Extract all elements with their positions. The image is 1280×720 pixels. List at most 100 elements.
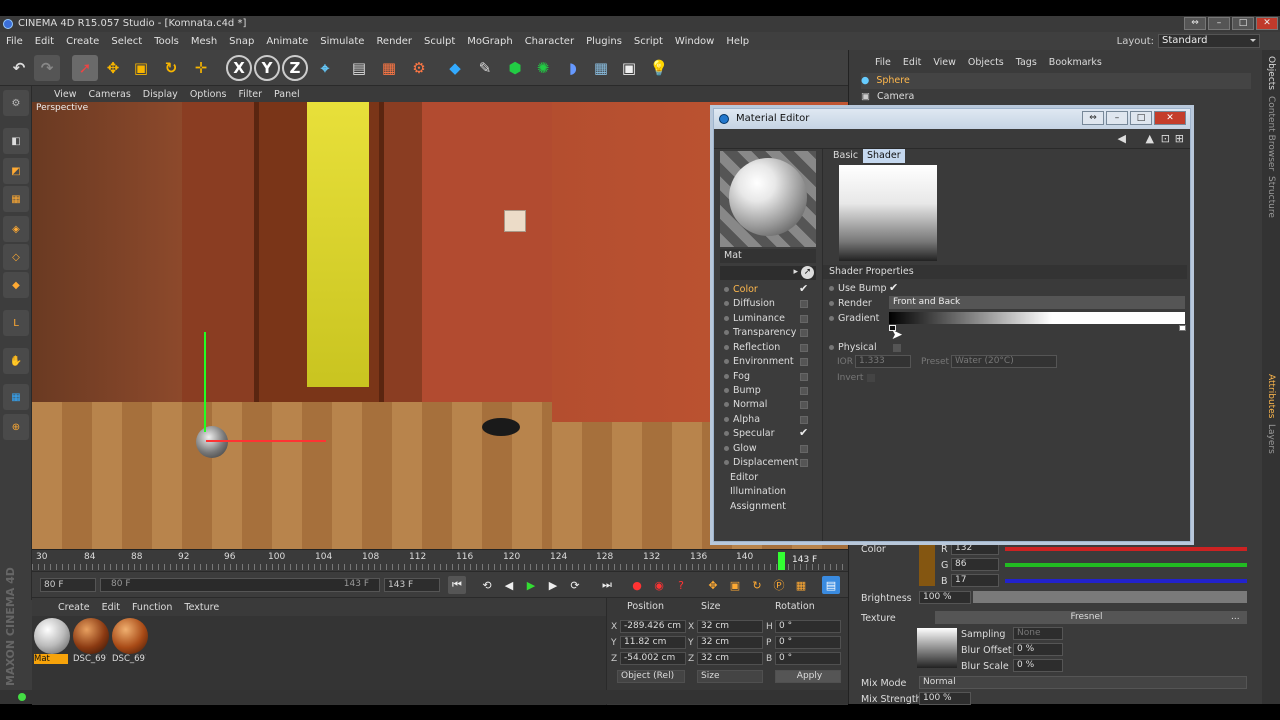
render-dropdown[interactable]: Front and Back [889,296,1185,309]
objmgr-menu-objects[interactable]: Objects [962,57,1010,68]
material-name-field[interactable]: Mat [720,249,816,263]
minimize-button[interactable]: – [1106,111,1128,125]
tab-attributes[interactable]: Attributes [1266,374,1276,418]
go-to-end-icon[interactable]: ⏭ [598,576,616,594]
previous-frame-icon[interactable]: ◀ [500,576,518,594]
snap-icon[interactable]: ▦ [3,384,29,410]
blur-scale-field[interactable]: 0 % [1013,659,1063,672]
select-cursor-icon[interactable]: ➚ [72,55,98,81]
frame-range-slider[interactable]: 80 F 143 F [100,578,380,592]
close-button[interactable]: ✕ [1256,17,1278,30]
position-x-field[interactable]: -289.426 cm [620,620,686,633]
menu-help[interactable]: Help [720,36,755,47]
previous-key-icon[interactable]: ⟲ [478,576,496,594]
gradient-knot-white[interactable] [1179,325,1186,331]
expand-arrow-icon[interactable]: ▸ [793,267,798,277]
lock-icon[interactable]: ⊡ [1161,132,1170,145]
menu-create[interactable]: Create [60,36,105,47]
color-g-field[interactable]: 86 [951,558,999,571]
menu-select[interactable]: Select [105,36,148,47]
object-row-sphere[interactable]: ● Sphere [861,73,1251,89]
viewport-menu-cameras[interactable]: Cameras [83,89,137,100]
rotation-p-field[interactable]: 0 ° [775,636,841,649]
menu-edit[interactable]: Edit [29,36,60,47]
use-bump-checkbox[interactable]: ✔ [889,281,898,294]
channel-alpha[interactable]: Alpha [724,413,808,427]
sampling-dropdown[interactable]: None [1013,627,1063,640]
floor-icon[interactable]: ▦ [588,55,614,81]
channel-editor[interactable]: Editor [730,471,806,485]
deformer-icon[interactable]: ◗ [560,55,586,81]
texture-more-button[interactable]: ... [1227,611,1247,624]
render-view-icon[interactable]: ▤ [346,55,372,81]
tab-content-browser[interactable]: Content Browser [1266,96,1276,171]
subdivision-icon[interactable]: ⬢ [502,55,528,81]
next-key-icon[interactable]: ⟳ [566,576,584,594]
menu-window[interactable]: Window [669,36,720,47]
material-thumbnail[interactable] [34,618,70,654]
key-scale-icon[interactable]: ▣ [726,576,744,594]
cursor-arrow-icon[interactable]: ➚ [801,266,814,279]
edges-mode-icon[interactable]: ◇ [3,244,29,270]
channel-diffusion[interactable]: Diffusion [724,297,808,311]
channel-environment[interactable]: Environment [724,355,808,369]
brightness-slider[interactable] [973,591,1247,603]
color-swatch[interactable] [919,540,935,586]
axis-mode-icon[interactable]: L [3,310,29,336]
timeline-window-icon[interactable]: ▤ [822,576,840,594]
restore-icon[interactable]: ⇔ [1184,17,1206,30]
apply-button[interactable]: Apply [775,670,841,683]
menu-plugins[interactable]: Plugins [580,36,628,47]
keyframe-selection-icon[interactable]: ? [672,576,690,594]
redo-icon[interactable]: ↷ [34,55,60,81]
ior-field[interactable]: 1.333 [855,355,911,368]
camera-icon[interactable]: ▣ [616,55,642,81]
object-row-camera[interactable]: ▣ Camera [861,89,1251,105]
viewport-menu-filter[interactable]: Filter [232,89,268,100]
position-y-field[interactable]: 11.82 cm [620,636,686,649]
channel-reflection[interactable]: Reflection [724,341,808,355]
material-editor-titlebar[interactable]: Material Editor ⇔ – □ ✕ [714,109,1190,129]
undo-icon[interactable]: ↶ [6,55,32,81]
gradient-bar[interactable] [889,312,1185,324]
menu-snap[interactable]: Snap [223,36,260,47]
matmgr-menu-create[interactable]: Create [52,602,96,613]
up-arrow-icon[interactable]: ▲ [1146,132,1154,145]
tab-basic[interactable]: Basic [829,149,863,163]
menu-mograph[interactable]: MoGraph [461,36,518,47]
make-editable-icon[interactable]: ⚙ [3,90,29,116]
close-button[interactable]: ✕ [1154,111,1186,125]
texture-shader-button[interactable]: Fresnel [935,611,1235,624]
invert-checkbox[interactable] [867,374,875,382]
z-axis-icon[interactable]: Z [282,55,308,81]
objmgr-menu-tags[interactable]: Tags [1010,57,1043,68]
matmgr-menu-edit[interactable]: Edit [96,602,126,613]
go-to-start-icon[interactable]: ⏮ [448,576,466,594]
tab-layers[interactable]: Layers [1266,424,1276,454]
color-g-slider[interactable] [1005,563,1247,567]
preset-dropdown[interactable]: Water (20°C) [951,355,1057,368]
channel-luminance[interactable]: Luminance [724,312,808,326]
texture-mode-icon[interactable]: ◩ [3,158,29,184]
model-mode-icon[interactable]: ◧ [3,128,29,154]
menu-tools[interactable]: Tools [148,36,185,47]
points-mode-icon[interactable]: ◈ [3,216,29,242]
cube-icon[interactable]: ◆ [442,55,468,81]
min-frame-field[interactable]: 80 F [40,578,96,592]
light-icon[interactable]: 💡 [646,55,672,81]
objmgr-menu-file[interactable]: File [869,57,897,68]
playhead[interactable] [778,552,785,570]
blur-offset-field[interactable]: 0 % [1013,643,1063,656]
material-thumbnail[interactable] [73,618,109,654]
auto-key-icon[interactable]: ◉ [650,576,668,594]
y-axis-icon[interactable]: Y [254,55,280,81]
spline-pen-icon[interactable]: ✎ [472,55,498,81]
key-position-icon[interactable]: ✥ [704,576,722,594]
channel-illumination[interactable]: Illumination [730,485,806,499]
color-r-slider[interactable] [1005,547,1247,551]
tab-shader[interactable]: Shader [863,149,905,163]
objmgr-menu-bookmarks[interactable]: Bookmarks [1043,57,1108,68]
coordinate-system-icon[interactable]: ⌖ [312,55,338,81]
size-x-field[interactable]: 32 cm [697,620,763,633]
rotation-h-field[interactable]: 0 ° [775,620,841,633]
